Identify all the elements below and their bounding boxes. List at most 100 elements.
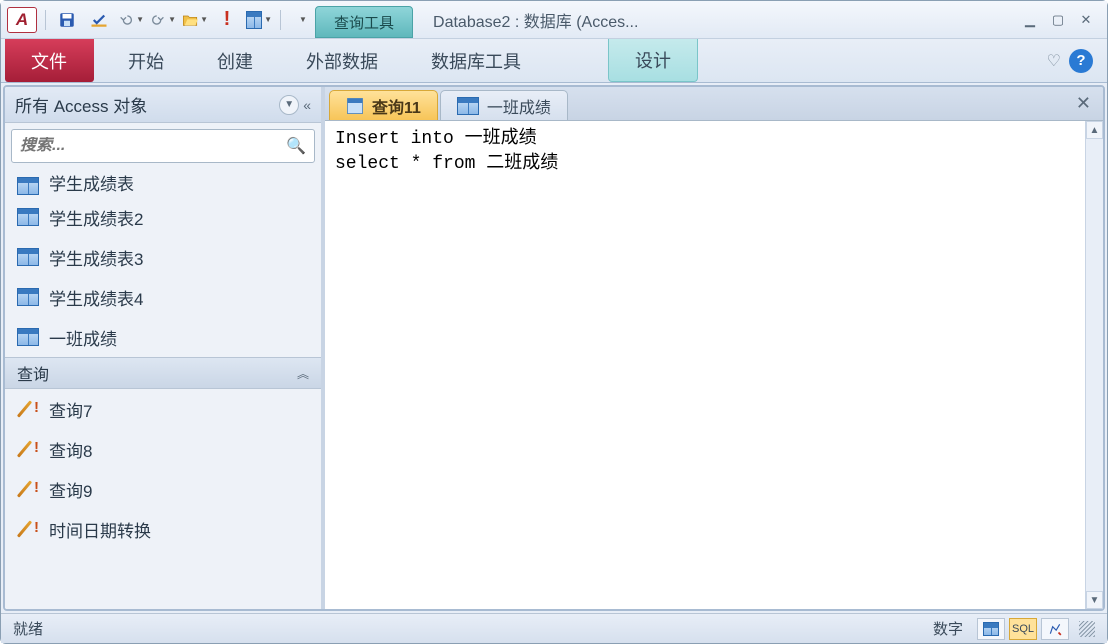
- app-window: A ▼ ▼ ▼ !: [0, 0, 1108, 644]
- ribbon-tabs: 文件 开始 创建 外部数据 数据库工具 设计 ♡ ?: [1, 39, 1107, 83]
- tab-design[interactable]: 设计: [608, 39, 698, 82]
- query-tab-icon: [346, 97, 364, 115]
- quick-access-toolbar: ▼ ▼ ▼ ! ▼ ▼: [54, 8, 315, 32]
- nav-table-item[interactable]: 学生成绩表: [5, 169, 321, 197]
- design-view-button[interactable]: [1041, 618, 1069, 640]
- maximize-button[interactable]: ▢: [1045, 10, 1071, 30]
- ribbon-minimize-icon[interactable]: ♡: [1047, 51, 1061, 71]
- client-area: 所有 Access 对象 ▼ « 🔍 学生成绩表 学生成绩表2: [3, 85, 1105, 611]
- status-bar: 就绪 数字 SQL: [1, 613, 1107, 643]
- scroll-track[interactable]: [1086, 139, 1103, 591]
- status-right: 数字 SQL: [933, 618, 1095, 640]
- save-icon: [58, 11, 76, 29]
- table-icon: [983, 622, 999, 636]
- nav-item-label: 查询9: [49, 477, 92, 502]
- nav-item-label: 学生成绩表2: [49, 205, 143, 230]
- search-icon[interactable]: 🔍: [286, 136, 306, 156]
- tab-external-data[interactable]: 外部数据: [280, 39, 405, 82]
- resize-grip[interactable]: [1079, 621, 1095, 637]
- nav-group-queries[interactable]: 查询 ︽: [5, 357, 321, 389]
- design-view-icon: [1047, 622, 1063, 636]
- nav-group-label: 查询: [17, 361, 49, 385]
- search-input[interactable]: [20, 137, 286, 155]
- dropdown-arrow-icon: ▼: [264, 15, 272, 24]
- nav-item-label: 查询8: [49, 437, 92, 462]
- table-icon: [17, 248, 39, 266]
- undo-icon: [118, 11, 134, 29]
- sql-view-button[interactable]: SQL: [1009, 618, 1037, 640]
- document-content: Insert into 一班成绩 select * from 二班成绩 ▲ ▼: [325, 121, 1103, 609]
- scroll-down-button[interactable]: ▼: [1086, 591, 1103, 609]
- nav-query-item[interactable]: 查询8: [5, 429, 321, 469]
- table-icon: [17, 208, 39, 226]
- dropdown-arrow-icon: ▼: [299, 15, 307, 24]
- nav-item-label: 学生成绩表4: [49, 285, 143, 310]
- ribbon-right: ♡ ?: [1047, 39, 1107, 82]
- window-title: Database2 : 数据库 (Acces...: [433, 8, 1017, 32]
- sql-editor[interactable]: Insert into 一班成绩 select * from 二班成绩: [325, 121, 1085, 609]
- contextual-tab-area: 查询工具: [315, 1, 413, 38]
- nav-query-item[interactable]: 时间日期转换: [5, 509, 321, 549]
- window-controls: ▁ ▢ ✕: [1017, 10, 1099, 30]
- nav-category-dropdown[interactable]: ▼: [279, 95, 299, 115]
- nav-table-item[interactable]: 学生成绩表3: [5, 237, 321, 277]
- table-icon: [17, 288, 39, 306]
- nav-search-box: 🔍: [11, 129, 315, 163]
- table-icon: [246, 11, 262, 29]
- customize-qat-button[interactable]: ▼: [289, 8, 315, 32]
- document-tabs: 查询11 一班成绩 ✕: [325, 87, 1103, 121]
- nav-table-item[interactable]: 学生成绩表2: [5, 197, 321, 237]
- quick-format-button[interactable]: [86, 8, 112, 32]
- nav-query-item[interactable]: 查询7: [5, 389, 321, 429]
- doc-tab-query11[interactable]: 查询11: [329, 90, 438, 120]
- nav-table-item[interactable]: 一班成绩: [5, 317, 321, 357]
- exclamation-icon: !: [224, 8, 231, 31]
- tab-database-tools[interactable]: 数据库工具: [405, 39, 548, 82]
- nav-item-label: 一班成绩: [49, 325, 117, 350]
- nav-table-item[interactable]: 学生成绩表4: [5, 277, 321, 317]
- doc-tab-label: 查询11: [372, 94, 421, 118]
- doc-tab-close-button[interactable]: ✕: [1064, 93, 1103, 114]
- scroll-up-button[interactable]: ▲: [1086, 121, 1103, 139]
- doc-tab-class1-scores[interactable]: 一班成绩: [440, 90, 568, 120]
- folder-open-icon: [182, 11, 198, 29]
- separator: [280, 10, 281, 30]
- nav-collapse-button[interactable]: «: [303, 97, 311, 113]
- tab-file[interactable]: 文件: [5, 39, 94, 82]
- open-button[interactable]: ▼: [182, 8, 208, 32]
- query-icon: [17, 399, 39, 419]
- dropdown-arrow-icon: ▼: [168, 15, 176, 24]
- query-icon: [17, 439, 39, 459]
- table-icon: [17, 328, 39, 346]
- minimize-button[interactable]: ▁: [1017, 10, 1043, 30]
- vertical-scrollbar[interactable]: ▲ ▼: [1085, 121, 1103, 609]
- tab-create[interactable]: 创建: [191, 39, 280, 82]
- close-button[interactable]: ✕: [1073, 10, 1099, 30]
- help-button[interactable]: ?: [1069, 49, 1093, 73]
- nav-item-label: 学生成绩表: [49, 170, 134, 195]
- table-icon: [457, 97, 479, 115]
- brush-check-icon: [90, 11, 108, 29]
- nav-item-label: 时间日期转换: [49, 517, 151, 542]
- title-bar: A ▼ ▼ ▼ !: [1, 1, 1107, 39]
- document-area: 查询11 一班成绩 ✕ Insert into 一班成绩 select * fr…: [325, 87, 1103, 609]
- query-icon: [17, 519, 39, 539]
- nav-object-list[interactable]: 学生成绩表 学生成绩表2 学生成绩表3 学生成绩表4 一班成绩: [5, 169, 321, 609]
- doc-tab-label: 一班成绩: [487, 94, 551, 118]
- status-mode-text: 数字: [933, 618, 963, 639]
- datasheet-view-button[interactable]: ▼: [246, 8, 272, 32]
- contextual-tab-query-tools: 查询工具: [315, 6, 413, 38]
- nav-pane-title: 所有 Access 对象: [15, 92, 147, 117]
- tab-home[interactable]: 开始: [102, 39, 191, 82]
- nav-item-label: 学生成绩表3: [49, 245, 143, 270]
- alert-button[interactable]: !: [214, 8, 240, 32]
- status-text: 就绪: [13, 618, 43, 639]
- separator: [45, 10, 46, 30]
- undo-button[interactable]: ▼: [118, 8, 144, 32]
- nav-pane-header[interactable]: 所有 Access 对象 ▼ «: [5, 87, 321, 123]
- datasheet-view-button[interactable]: [977, 618, 1005, 640]
- nav-query-item[interactable]: 查询9: [5, 469, 321, 509]
- table-icon: [17, 177, 39, 195]
- save-button[interactable]: [54, 8, 80, 32]
- redo-button[interactable]: ▼: [150, 8, 176, 32]
